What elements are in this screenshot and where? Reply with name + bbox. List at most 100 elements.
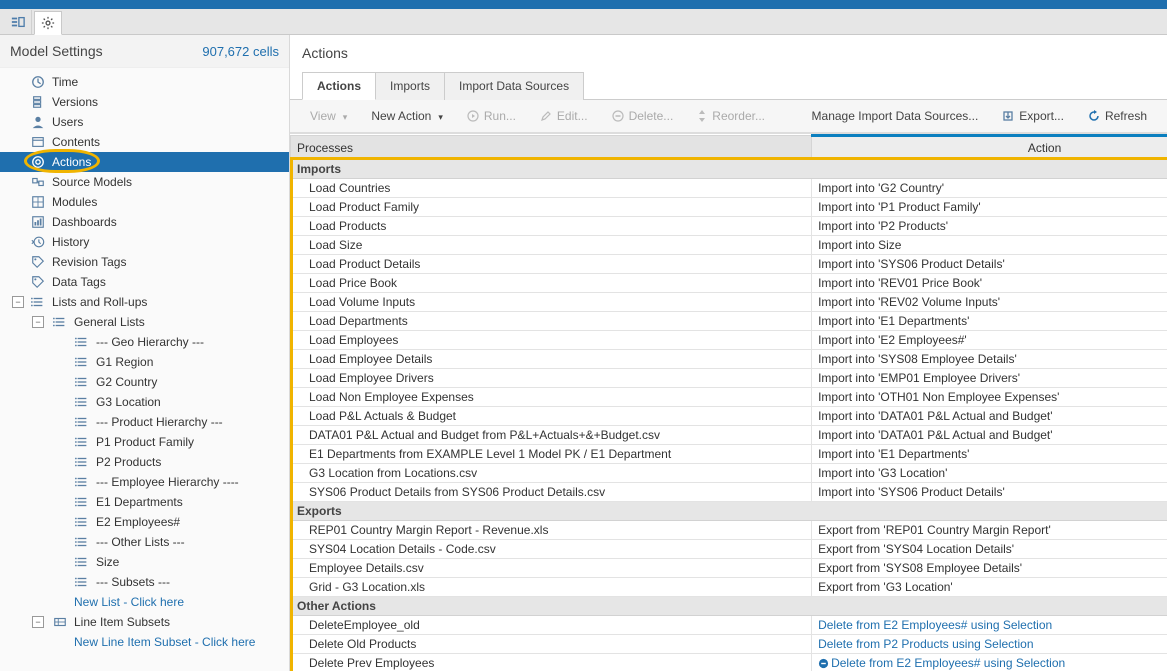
action-cell[interactable]: Import into 'OTH01 Non Employee Expenses… <box>812 388 1167 407</box>
action-cell[interactable]: Import into 'E1 Departments' <box>812 312 1167 331</box>
table-row[interactable]: Grid - G3 Location.xls Export from 'G3 L… <box>291 578 1167 597</box>
table-row[interactable]: Load Employee Drivers Import into 'EMP01… <box>291 369 1167 388</box>
table-row[interactable]: Load Product Family Import into 'P1 Prod… <box>291 198 1167 217</box>
toolbar-refresh-button[interactable]: Refresh <box>1078 106 1157 126</box>
toolbar-reorder-button[interactable]: Reorder... <box>687 106 775 126</box>
action-cell[interactable]: Import into 'G2 Country' <box>812 179 1167 198</box>
action-cell[interactable]: Import into 'P1 Product Family' <box>812 198 1167 217</box>
table-row[interactable]: G3 Location from Locations.csv Import in… <box>291 464 1167 483</box>
list-item[interactable]: G1 Region <box>0 352 289 372</box>
process-name-cell[interactable]: Employee Details.csv <box>291 559 812 578</box>
table-row[interactable]: Load P&L Actuals & Budget Import into 'D… <box>291 407 1167 426</box>
expander-icon[interactable]: − <box>32 616 44 628</box>
process-name-cell[interactable]: DeleteEmployee_old <box>291 616 812 635</box>
toolbar-manage-import-sources-button[interactable]: Manage Import Data Sources... <box>802 106 989 126</box>
table-row[interactable]: Load Volume Inputs Import into 'REV02 Vo… <box>291 293 1167 312</box>
toolbar-run-button[interactable]: Run... <box>457 106 526 126</box>
table-row[interactable]: Load Countries Import into 'G2 Country' <box>291 179 1167 198</box>
sidebar-item-dashboards[interactable]: Dashboards <box>0 212 289 232</box>
sidebar-item-source models[interactable]: Source Models <box>0 172 289 192</box>
action-cell[interactable]: Import into 'SYS08 Employee Details' <box>812 350 1167 369</box>
action-cell[interactable]: Export from 'SYS08 Employee Details' <box>812 559 1167 578</box>
list-item[interactable]: E1 Departments <box>0 492 289 512</box>
action-cell[interactable]: Import into 'E2 Employees#' <box>812 331 1167 350</box>
action-cell[interactable]: Import into 'P2 Products' <box>812 217 1167 236</box>
table-row[interactable]: Load Non Employee Expenses Import into '… <box>291 388 1167 407</box>
action-cell[interactable]: Import into 'E1 Departments' <box>812 445 1167 464</box>
column-processes[interactable]: Processes <box>291 136 812 160</box>
action-cell[interactable]: Import into 'REV02 Volume Inputs' <box>812 293 1167 312</box>
process-name-cell[interactable]: Load Countries <box>291 179 812 198</box>
toolbar-view-button[interactable]: View <box>300 106 357 126</box>
sidebar-item-history[interactable]: History <box>0 232 289 252</box>
process-name-cell[interactable]: Load Size <box>291 236 812 255</box>
sidebar-item-lists-and-rollups[interactable]: Lists and Roll-ups <box>0 292 289 312</box>
action-cell[interactable]: Delete from E2 Employees# using Selectio… <box>812 654 1167 671</box>
tab-model-browser[interactable] <box>4 10 32 34</box>
toolbar-new-action-button[interactable]: New Action <box>361 106 453 126</box>
table-row[interactable]: REP01 Country Margin Report - Revenue.xl… <box>291 521 1167 540</box>
table-row[interactable]: Load Departments Import into 'E1 Departm… <box>291 312 1167 331</box>
action-cell[interactable]: Import into Size <box>812 236 1167 255</box>
process-name-cell[interactable]: SYS04 Location Details - Code.csv <box>291 540 812 559</box>
process-name-cell[interactable]: SYS06 Product Details from SYS06 Product… <box>291 483 812 502</box>
list-item[interactable]: G3 Location <box>0 392 289 412</box>
subtab-actions[interactable]: Actions <box>302 72 376 100</box>
sidebar-item-versions[interactable]: Versions <box>0 92 289 112</box>
table-row[interactable]: Delete Prev Employees Delete from E2 Emp… <box>291 654 1167 671</box>
action-cell[interactable]: Export from 'G3 Location' <box>812 578 1167 597</box>
process-name-cell[interactable]: Load Employee Details <box>291 350 812 369</box>
action-cell[interactable]: Export from 'SYS04 Location Details' <box>812 540 1167 559</box>
table-row[interactable]: SYS04 Location Details - Code.csv Export… <box>291 540 1167 559</box>
sidebar-item-contents[interactable]: Contents <box>0 132 289 152</box>
process-name-cell[interactable]: Load P&L Actuals & Budget <box>291 407 812 426</box>
action-cell[interactable]: Delete from E2 Employees# using Selectio… <box>812 616 1167 635</box>
process-name-cell[interactable]: Load Volume Inputs <box>291 293 812 312</box>
action-cell[interactable]: Delete from P2 Products using Selection <box>812 635 1167 654</box>
process-name-cell[interactable]: Load Product Family <box>291 198 812 217</box>
action-cell[interactable]: Import into 'SYS06 Product Details' <box>812 255 1167 274</box>
list-item[interactable]: --- Employee Hierarchy ---- <box>0 472 289 492</box>
process-name-cell[interactable]: Delete Prev Employees <box>291 654 812 671</box>
action-cell[interactable]: Import into 'DATA01 P&L Actual and Budge… <box>812 426 1167 445</box>
process-name-cell[interactable]: Load Products <box>291 217 812 236</box>
table-row[interactable]: Employee Details.csv Export from 'SYS08 … <box>291 559 1167 578</box>
model-cell-count[interactable]: 907,672 cells <box>202 44 279 59</box>
list-item[interactable]: --- Other Lists --- <box>0 532 289 552</box>
list-item[interactable]: P2 Products <box>0 452 289 472</box>
process-name-cell[interactable]: Load Product Details <box>291 255 812 274</box>
list-item[interactable]: --- Product Hierarchy --- <box>0 412 289 432</box>
tab-model-settings[interactable] <box>34 11 62 35</box>
sidebar-item-users[interactable]: Users <box>0 112 289 132</box>
expander-icon[interactable]: − <box>12 296 24 308</box>
process-name-cell[interactable]: Load Non Employee Expenses <box>291 388 812 407</box>
table-row[interactable]: Load Size Import into Size 2021-07-30 03… <box>291 236 1167 255</box>
process-name-cell[interactable]: Load Employee Drivers <box>291 369 812 388</box>
actions-table-wrapper[interactable]: Processes Action Sta Imports Load Countr… <box>290 133 1167 671</box>
subtab-imports[interactable]: Imports <box>375 72 445 100</box>
table-row[interactable]: SYS06 Product Details from SYS06 Product… <box>291 483 1167 502</box>
process-name-cell[interactable]: REP01 Country Margin Report - Revenue.xl… <box>291 521 812 540</box>
sidebar-item-actions[interactable]: Actions <box>0 152 289 172</box>
process-name-cell[interactable]: G3 Location from Locations.csv <box>291 464 812 483</box>
table-row[interactable]: E1 Departments from EXAMPLE Level 1 Mode… <box>291 445 1167 464</box>
new-list-link[interactable]: New List - Click here <box>0 592 289 612</box>
list-item[interactable]: G2 Country <box>0 372 289 392</box>
process-name-cell[interactable]: Load Price Book <box>291 274 812 293</box>
column-action[interactable]: Action <box>812 136 1167 160</box>
table-row[interactable]: DATA01 P&L Actual and Budget from P&L+Ac… <box>291 426 1167 445</box>
action-cell[interactable]: Import into 'DATA01 P&L Actual and Budge… <box>812 407 1167 426</box>
process-name-cell[interactable]: E1 Departments from EXAMPLE Level 1 Mode… <box>291 445 812 464</box>
toolbar-delete-button[interactable]: Delete... <box>602 106 684 126</box>
expander-icon[interactable]: − <box>32 316 44 328</box>
sidebar-item-modules[interactable]: Modules <box>0 192 289 212</box>
process-name-cell[interactable]: Load Departments <box>291 312 812 331</box>
process-name-cell[interactable]: DATA01 P&L Actual and Budget from P&L+Ac… <box>291 426 812 445</box>
toolbar-edit-button[interactable]: Edit... <box>530 106 598 126</box>
process-name-cell[interactable]: Grid - G3 Location.xls <box>291 578 812 597</box>
list-item[interactable]: E2 Employees# <box>0 512 289 532</box>
list-item[interactable]: Size <box>0 552 289 572</box>
sidebar-item-revision tags[interactable]: Revision Tags <box>0 252 289 272</box>
list-item[interactable]: --- Subsets --- <box>0 572 289 592</box>
toolbar-export-button[interactable]: Export... <box>992 106 1074 126</box>
